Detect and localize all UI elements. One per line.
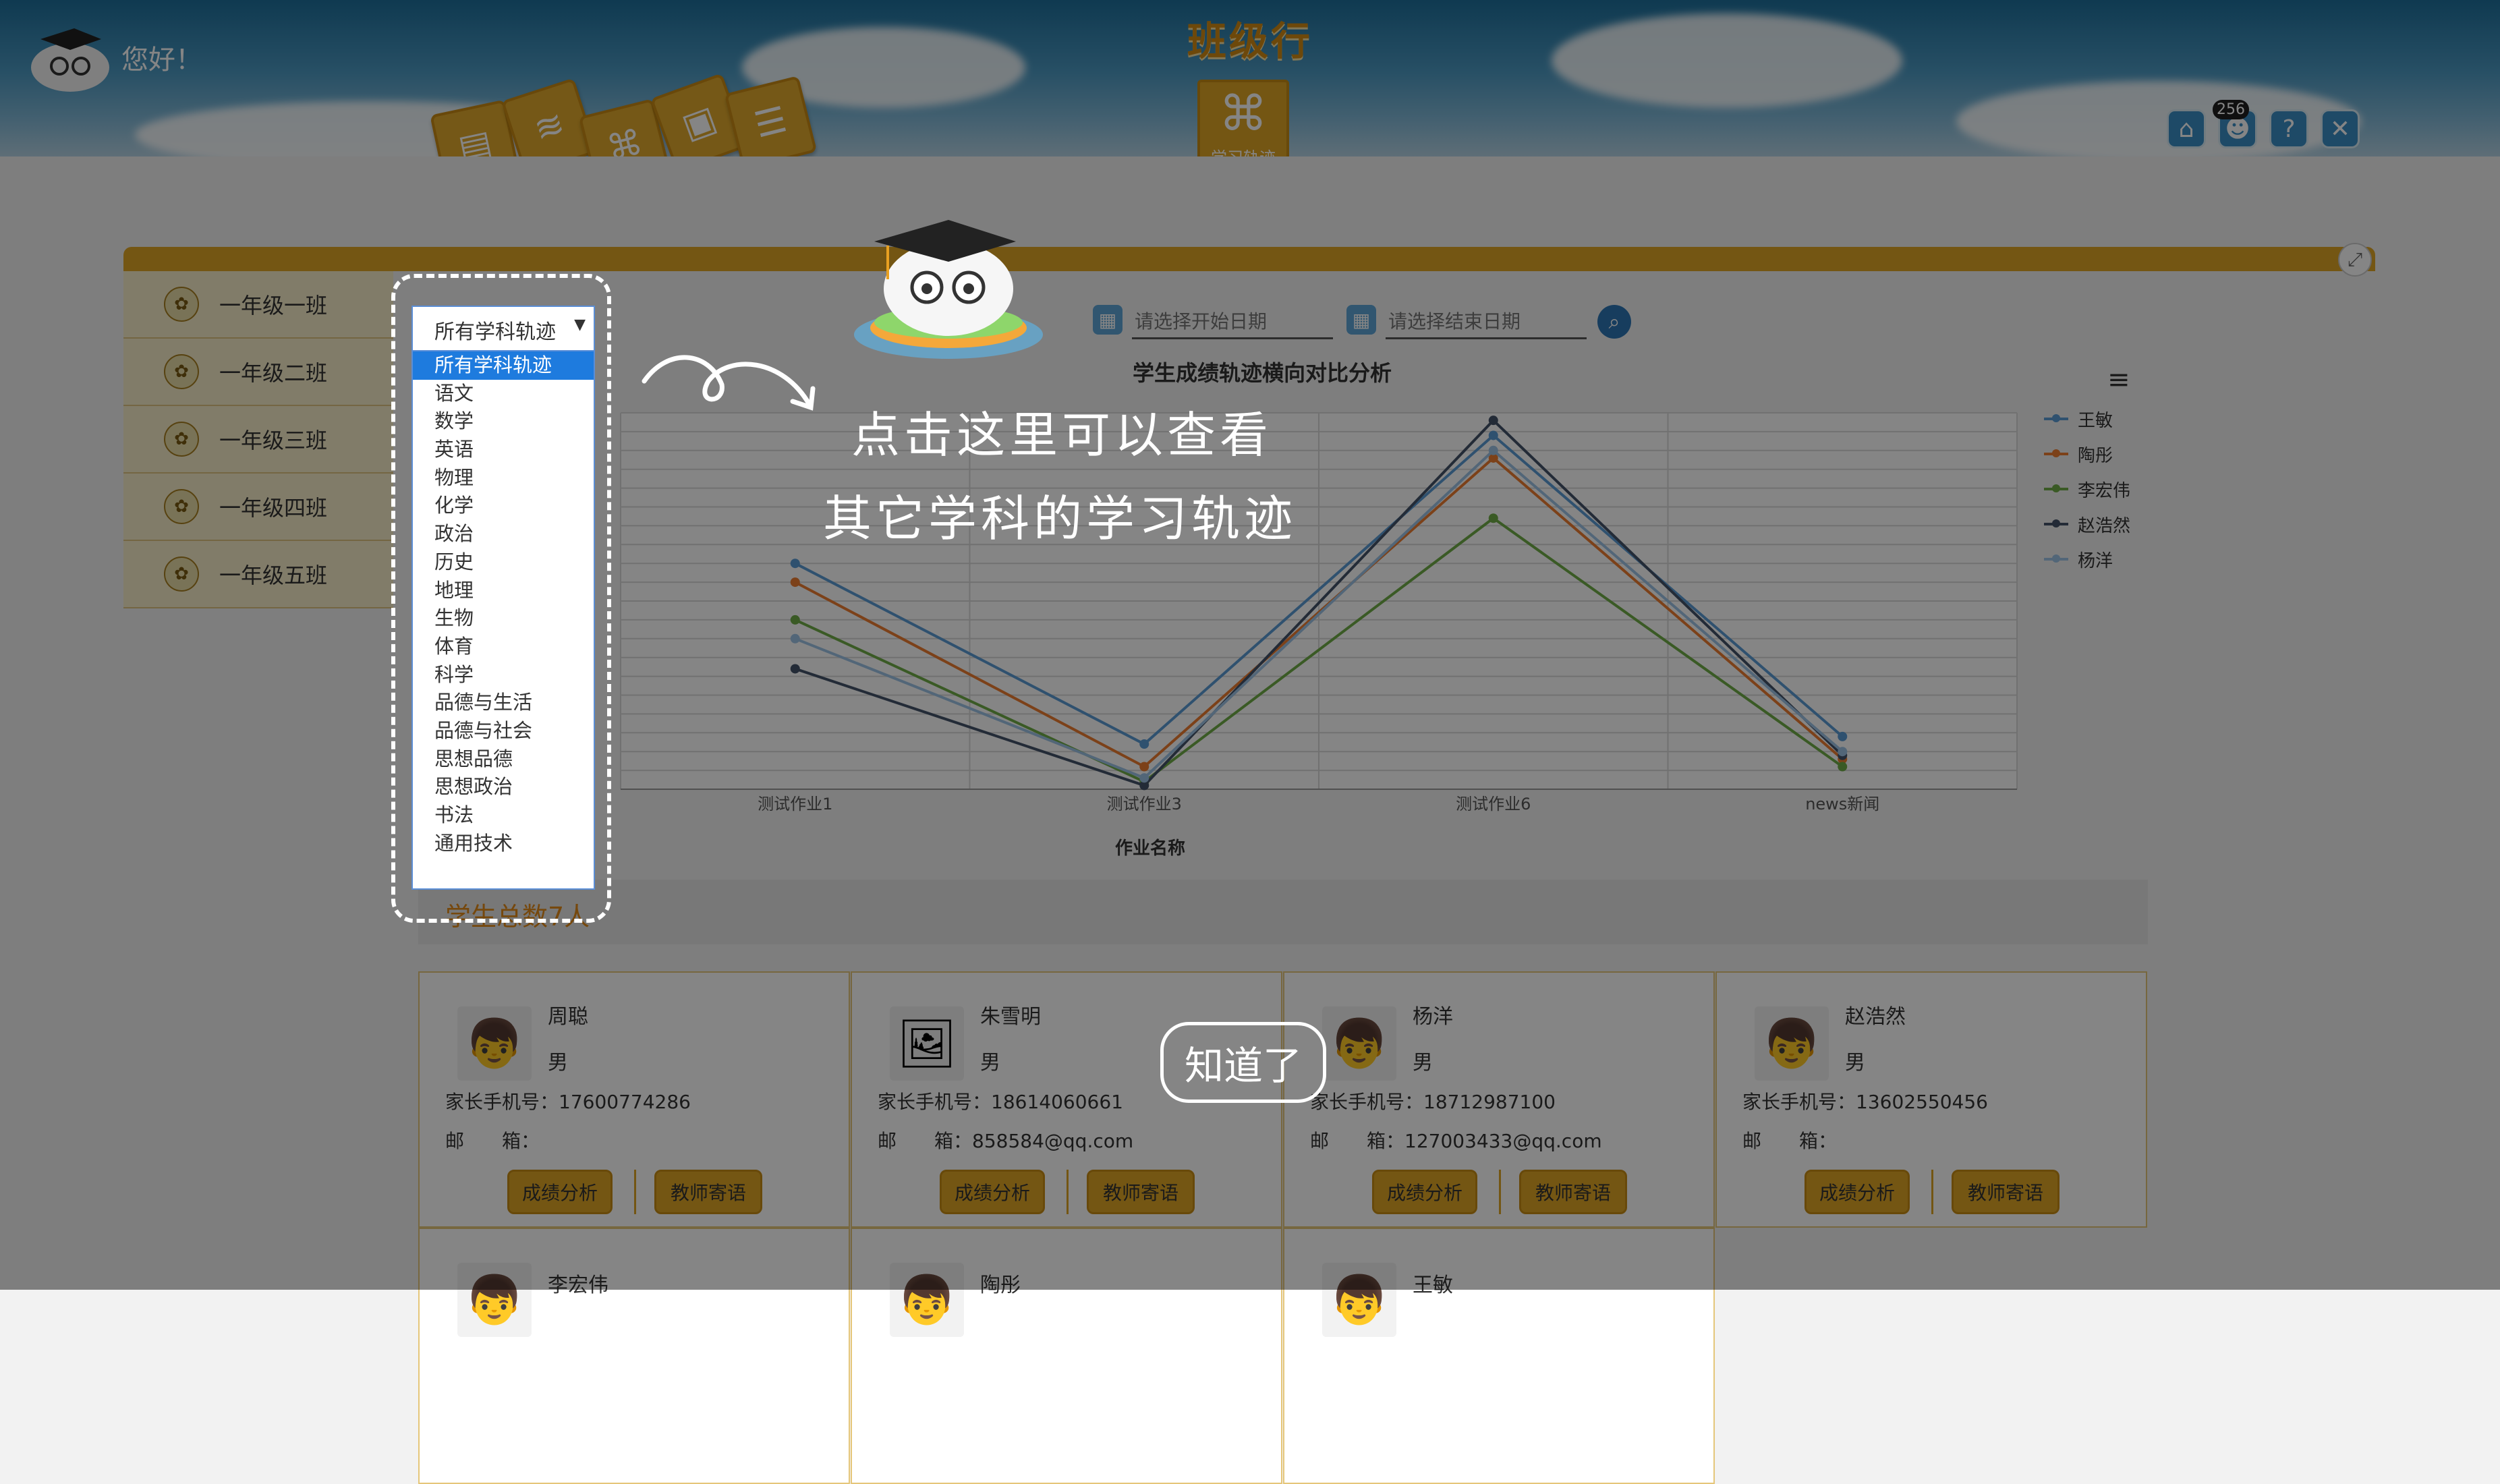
tutorial-tip-line-1: 点击这里可以查看: [851, 407, 1273, 463]
subject-option[interactable]: 品德与生活: [413, 689, 594, 717]
subject-option[interactable]: 政治: [413, 520, 594, 548]
subject-option[interactable]: 思想品德: [413, 745, 594, 774]
subject-select-open[interactable]: 所有学科轨迹 ▼: [413, 307, 594, 351]
subject-option[interactable]: 体育: [413, 633, 594, 661]
subject-option[interactable]: 物理: [413, 464, 594, 492]
mascot-icon: [854, 220, 1043, 359]
subject-option[interactable]: 化学: [413, 492, 594, 520]
got-it-button[interactable]: 知道了: [1160, 1022, 1326, 1103]
subject-option-list: 所有学科轨迹 语文 数学 英语 物理 化学 政治 历史 地理 生物 体育 科学 品德与生活 品德与社会 思想…: [413, 351, 594, 857]
subject-dropdown-list[interactable]: 所有学科轨迹 ▼ 所有学科轨迹 语文 数学 英语 物理 化学 政治 历史 地理 生物 体育 科学 品德与…: [411, 306, 595, 890]
subject-option[interactable]: 品德与社会: [413, 717, 594, 745]
subject-option[interactable]: 生物: [413, 604, 594, 633]
subject-option[interactable]: 地理: [413, 577, 594, 605]
subject-option[interactable]: 数学: [413, 407, 594, 436]
subject-option[interactable]: 所有学科轨迹: [413, 351, 594, 380]
subject-option[interactable]: 通用技术: [413, 830, 594, 858]
subject-option[interactable]: 历史: [413, 548, 594, 577]
subject-select-value: 所有学科轨迹: [434, 320, 556, 344]
subject-option[interactable]: 语文: [413, 380, 594, 408]
dropdown-arrow-icon: ▼: [574, 316, 586, 333]
subject-option[interactable]: 书法: [413, 801, 594, 830]
tutorial-tip-line-2: 其它学科的学习轨迹: [823, 490, 1297, 547]
subject-option[interactable]: 英语: [413, 436, 594, 464]
subject-option[interactable]: 科学: [413, 661, 594, 689]
curved-arrow-icon: [642, 355, 816, 411]
subject-option[interactable]: 思想政治: [413, 773, 594, 801]
